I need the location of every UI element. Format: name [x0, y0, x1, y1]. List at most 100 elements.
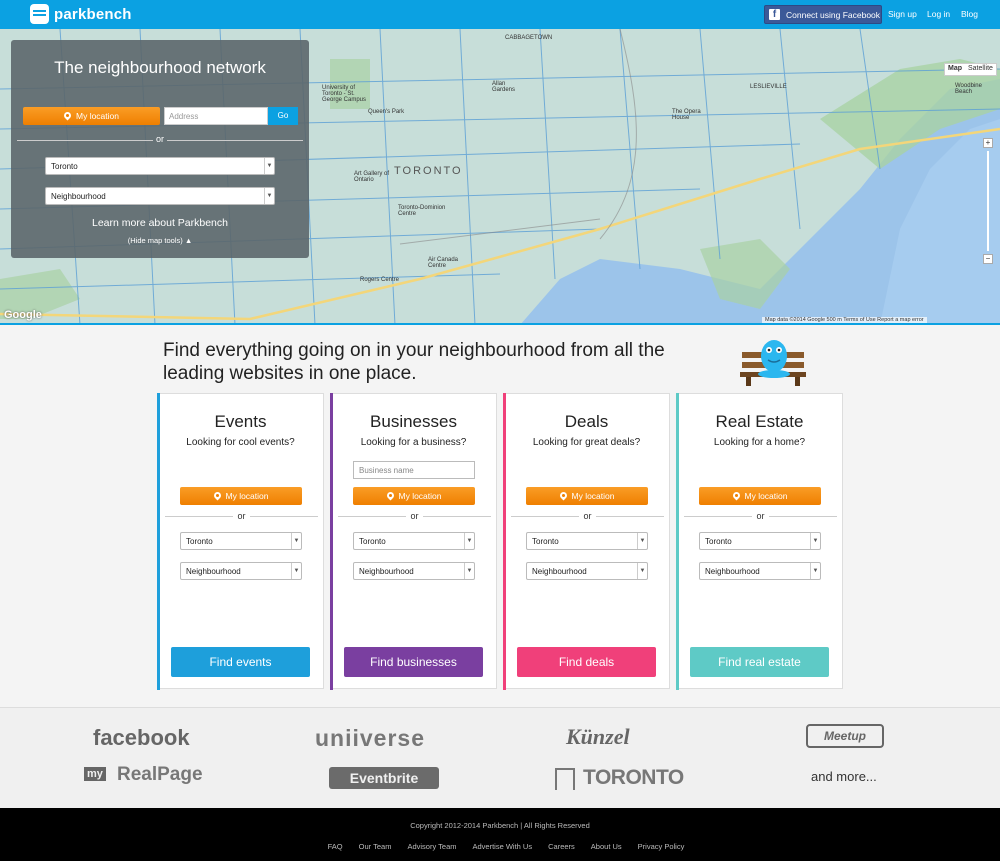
panel-title: The neighbourhood network — [54, 58, 266, 77]
map-type-satellite[interactable]: Satellite — [965, 64, 996, 75]
map-attribution: Map data ©2014 Google 500 m Terms of Use… — [762, 317, 927, 323]
chevron-down-icon: ▼ — [291, 533, 301, 549]
toronto-partner-logo: TORONTO — [583, 766, 684, 789]
map-label-opera-house: The Opera House — [672, 109, 701, 121]
map-label-td-centre: Toronto-Dominion Centre — [398, 205, 446, 217]
chevron-down-icon: ▼ — [810, 563, 820, 579]
signup-link[interactable]: Sign up — [888, 9, 917, 19]
realpage-my-prefix: my — [84, 767, 106, 781]
map-type-toggle: Map Satellite — [944, 63, 997, 76]
events-card: Events Looking for cool events? My locat… — [157, 393, 324, 690]
deals-city-select[interactable]: Toronto ▼ — [526, 532, 648, 550]
zoom-control: + − — [983, 138, 993, 278]
facebook-partner-logo: facebook — [93, 725, 190, 750]
zoom-slider[interactable] — [987, 151, 989, 251]
chevron-down-icon: ▼ — [637, 533, 647, 549]
deals-card: Deals Looking for great deals? My locati… — [503, 393, 670, 690]
map-label-cabbagetown: CABBAGETOWN — [505, 35, 553, 41]
footer-links: FAQ Our Team Advisory Team Advertise Wit… — [0, 842, 1000, 851]
footer: Copyright 2012-2014 Parkbench | All Righ… — [0, 808, 1000, 861]
location-pin-icon — [214, 492, 221, 501]
kunzel-partner-logo: Künzel — [566, 724, 630, 749]
panel-city-value: Toronto — [51, 162, 78, 171]
city-value: Toronto — [705, 537, 732, 546]
real-estate-my-location-button[interactable]: My location — [699, 487, 821, 505]
find-events-button[interactable]: Find events — [171, 647, 310, 677]
zoom-out-button[interactable]: − — [983, 254, 993, 264]
footer-link-advisory-team[interactable]: Advisory Team — [407, 842, 456, 851]
card-subtitle: Looking for a home? — [713, 437, 806, 448]
footer-link-about-us[interactable]: About Us — [591, 842, 622, 851]
logo-text: parkbench — [54, 5, 132, 23]
connect-facebook-label: Connect using Facebook — [786, 9, 881, 20]
login-link[interactable]: Log in — [927, 9, 950, 19]
businesses-card: Businesses Looking for a business? Busin… — [330, 393, 497, 690]
events-neighbourhood-select[interactable]: Neighbourhood ▼ — [180, 562, 302, 580]
meetup-partner-logo: Meetup — [806, 724, 884, 748]
location-pin-icon — [733, 492, 740, 501]
parkbench-logo[interactable]: parkbench — [30, 4, 132, 24]
or-divider-right — [250, 516, 318, 517]
card-or: or — [237, 511, 246, 521]
facebook-icon: f — [769, 9, 780, 20]
footer-link-careers[interactable]: Careers — [548, 842, 575, 851]
city-value: Toronto — [359, 537, 386, 546]
card-subtitle: Looking for great deals? — [532, 437, 641, 448]
blog-link[interactable]: Blog — [961, 9, 978, 19]
real-estate-city-select[interactable]: Toronto ▼ — [699, 532, 821, 550]
map-type-map[interactable]: Map — [945, 64, 965, 75]
location-pin-icon — [64, 112, 71, 121]
events-my-location-button[interactable]: My location — [180, 487, 302, 505]
zoom-in-button[interactable]: + — [983, 138, 993, 148]
panel-city-select[interactable]: Toronto ▼ — [45, 157, 275, 175]
map-label-rogers-centre: Rogers Centre — [360, 277, 400, 283]
neighbourhood-value: Neighbourhood — [359, 567, 414, 576]
card-title: Real Estate — [715, 412, 804, 431]
my-location-label: My location — [571, 491, 615, 501]
footer-link-privacy-policy[interactable]: Privacy Policy — [638, 842, 685, 851]
chevron-down-icon: ▼ — [464, 533, 474, 549]
card-title: Deals — [564, 412, 609, 431]
footer-link-advertise[interactable]: Advertise With Us — [473, 842, 533, 851]
learn-more-link[interactable]: Learn more about Parkbench — [11, 217, 309, 229]
bench-logo-icon — [30, 4, 49, 24]
uniiverse-partner-logo: uniiverse — [315, 725, 425, 751]
realpage-partner-logo: RealPage — [117, 764, 203, 785]
panel-go-button[interactable]: Go — [268, 107, 298, 125]
businesses-my-location-button[interactable]: My location — [353, 487, 475, 505]
panel-my-location-button[interactable]: My location — [23, 107, 160, 125]
or-divider-right — [596, 516, 664, 517]
neighbourhood-value: Neighbourhood — [705, 567, 760, 576]
chevron-down-icon: ▼ — [291, 563, 301, 579]
panel-neighbourhood-value: Neighbourhood — [51, 192, 106, 201]
events-city-select[interactable]: Toronto ▼ — [180, 532, 302, 550]
businesses-city-select[interactable]: Toronto ▼ — [353, 532, 475, 550]
deals-neighbourhood-select[interactable]: Neighbourhood ▼ — [526, 562, 648, 580]
map-label-leslieville: LESLIEVILLE — [750, 84, 787, 90]
panel-my-location-label: My location — [76, 111, 119, 121]
panel-address-input[interactable]: Address — [164, 107, 268, 125]
real-estate-neighbourhood-select[interactable]: Neighbourhood ▼ — [699, 562, 821, 580]
footer-link-our-team[interactable]: Our Team — [359, 842, 392, 851]
city-value: Toronto — [186, 537, 213, 546]
deals-my-location-button[interactable]: My location — [526, 487, 648, 505]
map-label-queens-park: Queen's Park — [368, 109, 405, 115]
partner-logos: facebook uniiverse Künzel Meetup my Real… — [0, 707, 1000, 808]
find-businesses-button[interactable]: Find businesses — [344, 647, 483, 677]
find-deals-button[interactable]: Find deals — [517, 647, 656, 677]
or-divider-left — [338, 516, 406, 517]
hide-map-tools-link[interactable]: (Hide map tools) ▲ — [11, 236, 309, 245]
or-divider-right — [423, 516, 491, 517]
businesses-neighbourhood-select[interactable]: Neighbourhood ▼ — [353, 562, 475, 580]
google-logo: Google — [4, 309, 42, 321]
my-location-label: My location — [225, 491, 269, 501]
footer-link-faq[interactable]: FAQ — [328, 842, 343, 851]
map-label-university: University of Toronto - St. George Campu… — [322, 85, 367, 103]
or-divider-right — [769, 516, 837, 517]
connect-facebook-button[interactable]: f Connect using Facebook — [764, 5, 882, 24]
business-name-input[interactable]: Business name — [353, 461, 475, 479]
find-real-estate-button[interactable]: Find real estate — [690, 647, 829, 677]
panel-neighbourhood-select[interactable]: Neighbourhood ▼ — [45, 187, 275, 205]
and-more-link[interactable]: and more... — [811, 769, 877, 784]
neighbourhood-value: Neighbourhood — [532, 567, 587, 576]
